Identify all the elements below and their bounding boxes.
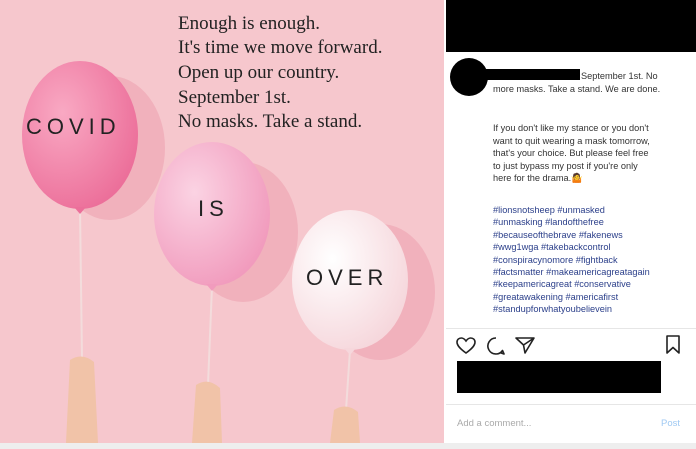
hashtag-line[interactable]: #becauseofthebrave #fakenews — [493, 229, 683, 241]
overlay-line-4: September 1st. — [178, 87, 291, 108]
redacted-likes — [457, 361, 661, 393]
post-image: Enough is enough. It's time we move forw… — [0, 0, 444, 443]
overlay-line-1: Enough is enough. — [178, 13, 320, 34]
overlay-line-2: It's time we move forward. — [178, 37, 383, 58]
balloon-label-is: IS — [198, 196, 229, 221]
avatar[interactable] — [450, 58, 488, 96]
hashtag-line[interactable]: #standupforwhatyoubelievein — [493, 303, 683, 315]
divider — [446, 328, 696, 329]
overlay-line-5: No masks. Take a stand. — [178, 111, 363, 132]
divider — [446, 404, 696, 405]
redacted-header — [446, 0, 696, 52]
post-button[interactable]: Post — [661, 418, 680, 429]
caption-body: If you don't like my stance or you don't… — [493, 123, 650, 183]
bookmark-icon[interactable] — [665, 335, 681, 355]
hashtag-line[interactable]: #greatawakening #americafirst — [493, 291, 683, 303]
hashtag-line[interactable]: #unmasking #landofthefree — [493, 216, 683, 228]
hashtag-line[interactable]: #keepamericagreat #conservative — [493, 278, 683, 290]
hashtag-list: #lionsnotsheep #unmasked #unmasking #lan… — [493, 204, 683, 316]
hashtag-line[interactable]: #conspiracynomore #fightback — [493, 254, 683, 266]
hashtag-line[interactable]: #lionsnotsheep #unmasked — [493, 204, 683, 216]
heart-icon[interactable] — [456, 337, 476, 355]
comment-icon[interactable] — [486, 336, 506, 356]
comment-input[interactable]: Add a comment... — [457, 418, 531, 429]
bottom-scrollbar — [0, 443, 696, 449]
share-icon[interactable] — [515, 336, 535, 354]
hashtag-line[interactable]: #factsmatter #makeamericagreatagain — [493, 266, 683, 278]
balloon-label-over: OVER — [306, 265, 389, 290]
hashtag-line[interactable]: #wwg1wga #takebackcontrol — [493, 241, 683, 253]
caption-intro: September 1st. No more masks. Take a sta… — [493, 71, 661, 94]
balloon-label-covid: COVID — [26, 114, 121, 139]
overlay-line-3: Open up our country. — [178, 62, 340, 83]
